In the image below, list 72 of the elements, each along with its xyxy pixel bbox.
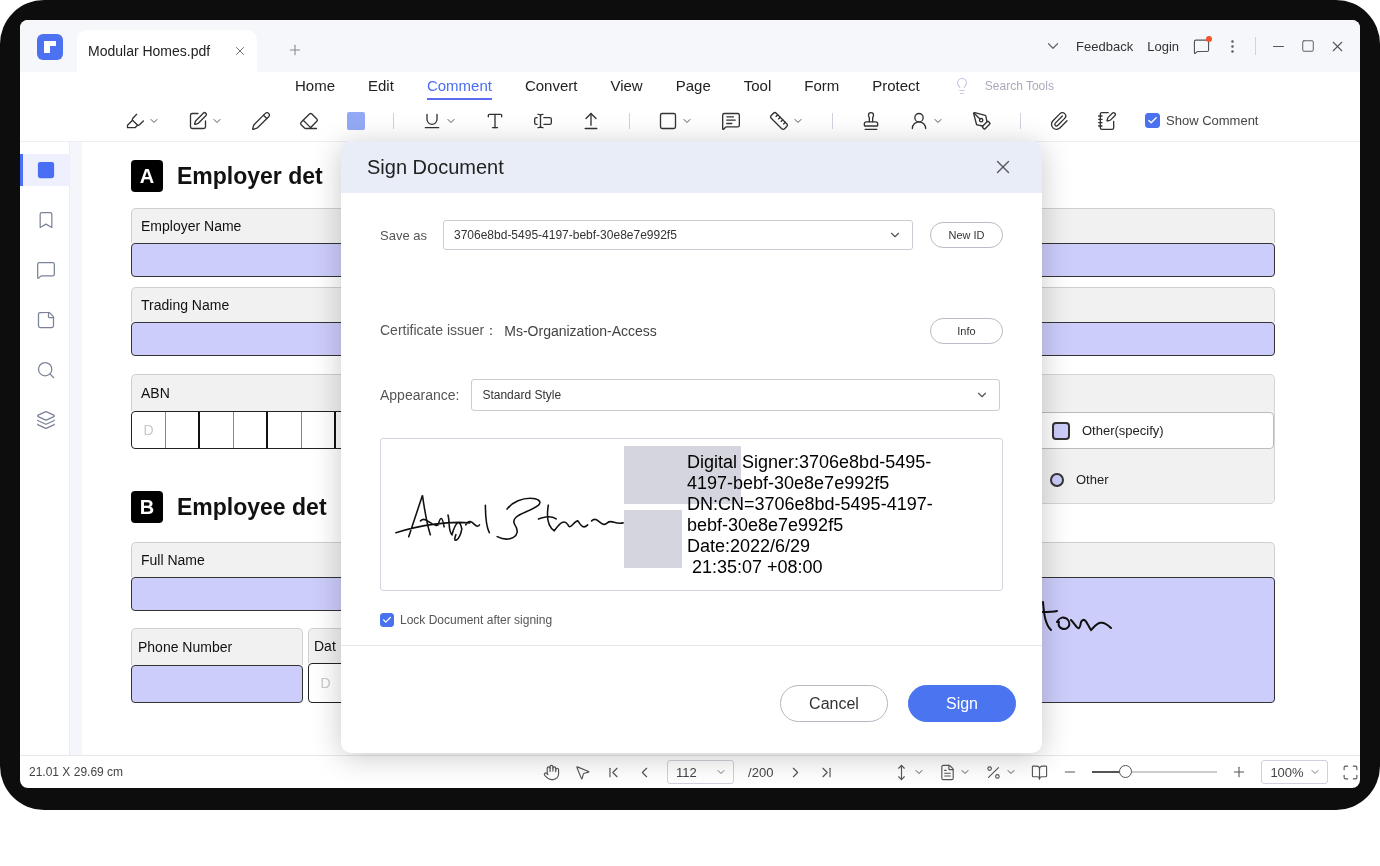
login-link[interactable]: Login bbox=[1147, 38, 1179, 54]
rectangle-icon[interactable] bbox=[658, 110, 678, 131]
option-label: Other(specify) bbox=[1082, 423, 1164, 438]
document-tab[interactable]: Modular Homes.pdf bbox=[77, 30, 257, 72]
section-letter: A bbox=[131, 160, 163, 192]
section-title: Employer det bbox=[177, 162, 323, 190]
close-icon[interactable] bbox=[233, 44, 247, 58]
book-icon[interactable] bbox=[1031, 763, 1049, 781]
menu-tab[interactable]: Tool bbox=[743, 72, 772, 100]
zoom-select[interactable]: 100% bbox=[1261, 760, 1329, 784]
option-checkbox[interactable] bbox=[1052, 421, 1070, 440]
field-label: Phone Number bbox=[131, 628, 303, 665]
menu-tab[interactable]: Page bbox=[675, 72, 711, 100]
color-swatch[interactable] bbox=[347, 111, 365, 130]
zoom-slider[interactable] bbox=[1092, 765, 1218, 779]
fullscreen-icon[interactable] bbox=[1342, 763, 1360, 781]
search-tools-field[interactable]: Search Tools bbox=[982, 78, 1103, 94]
note-icon bbox=[36, 310, 56, 330]
paperclip-icon[interactable] bbox=[1049, 110, 1069, 131]
eraser-icon[interactable] bbox=[299, 110, 319, 131]
certificate-label: Certificate issuer： bbox=[380, 322, 499, 340]
checkmark-icon bbox=[382, 615, 392, 625]
menu-tab[interactable]: Home bbox=[295, 72, 335, 100]
pencil-icon[interactable] bbox=[251, 110, 271, 131]
page-dimensions: 21.01 X 29.69 cm bbox=[29, 765, 124, 779]
save-as-label: Save as bbox=[380, 227, 427, 243]
show-comment-label: Show Comment bbox=[1166, 113, 1259, 128]
hand-icon[interactable] bbox=[543, 763, 561, 781]
ruler-icon[interactable] bbox=[769, 110, 789, 131]
menu-tab[interactable]: Comment bbox=[426, 72, 492, 100]
menu-tab[interactable]: Form bbox=[804, 72, 840, 100]
option-label: Other bbox=[1076, 472, 1109, 487]
sign-button[interactable]: Sign bbox=[908, 685, 1016, 722]
lock-checkbox[interactable] bbox=[380, 613, 394, 627]
section-title: Employee det bbox=[177, 493, 327, 521]
comment-icon bbox=[36, 260, 56, 280]
save-as-select[interactable]: 3706e8bd-5495-4197-bebf-30e8e7e992f5 bbox=[443, 220, 913, 250]
section-letter: B bbox=[131, 491, 163, 523]
search-icon bbox=[36, 360, 56, 380]
lock-label: Lock Document after signing bbox=[400, 613, 553, 627]
area-highlight-icon[interactable] bbox=[188, 110, 208, 131]
page-layout-icon[interactable] bbox=[939, 763, 957, 781]
option-radio[interactable] bbox=[1050, 472, 1064, 487]
sidebar-item[interactable] bbox=[20, 154, 69, 186]
cancel-button[interactable]: Cancel bbox=[780, 685, 888, 722]
menu-tab[interactable]: View bbox=[610, 72, 643, 100]
message-icon[interactable] bbox=[1193, 37, 1210, 55]
feedback-link[interactable]: Feedback bbox=[1076, 38, 1134, 54]
percent-icon[interactable] bbox=[985, 763, 1003, 781]
pointer-icon[interactable] bbox=[574, 763, 592, 781]
maximize-icon[interactable] bbox=[1301, 39, 1315, 53]
appearance-select[interactable]: Standard Style bbox=[471, 379, 1001, 411]
menu-tab[interactable]: Protect bbox=[872, 72, 920, 100]
menu-tab[interactable]: Edit bbox=[368, 72, 394, 100]
pen-icon[interactable] bbox=[972, 110, 992, 131]
user-stamp-icon[interactable] bbox=[909, 110, 929, 131]
checkmark-icon bbox=[1147, 115, 1158, 126]
note-icon[interactable] bbox=[721, 110, 741, 131]
appearance-label: Appearance: bbox=[380, 387, 460, 403]
show-comment-checkbox[interactable] bbox=[1145, 113, 1160, 128]
stamp-icon[interactable] bbox=[861, 110, 881, 131]
info-button[interactable]: Info bbox=[930, 318, 1003, 344]
layers-icon bbox=[36, 410, 56, 430]
notebook-pen-icon[interactable] bbox=[1097, 110, 1117, 131]
menu-tab[interactable]: Convert bbox=[524, 72, 578, 100]
new-id-button[interactable]: New ID bbox=[930, 222, 1003, 248]
form-field[interactable] bbox=[131, 665, 303, 703]
page-total: /200 bbox=[748, 764, 774, 780]
page-select[interactable]: 112 bbox=[667, 760, 735, 784]
app-logo bbox=[37, 34, 63, 60]
dialog-title: Sign Document bbox=[367, 155, 504, 179]
certificate-value: Ms-Organization-Access bbox=[504, 323, 657, 339]
